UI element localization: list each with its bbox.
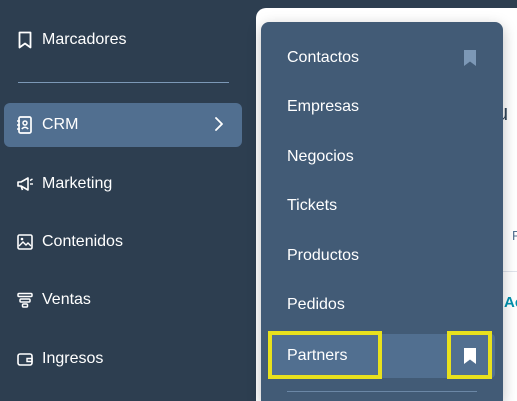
crm-menu-item-label: Negocios [287, 148, 354, 165]
crm-menu-item-label: Pedidos [287, 296, 345, 313]
crm-menu-item-label: Contactos [287, 49, 360, 66]
image-content-icon [16, 233, 34, 251]
main-nav-sidebar: Marcadores CRM Marketing Contenidos Vent… [0, 0, 256, 401]
crm-menu-item-contactos[interactable]: Contactos [269, 38, 495, 78]
contacts-book-icon [16, 116, 34, 134]
nav-item-label: Marketing [42, 175, 113, 192]
crm-submenu: Contactos Empresas Negocios Tickets Prod… [261, 22, 503, 401]
sidebar-divider [18, 82, 229, 83]
submenu-divider [287, 391, 477, 392]
megaphone-icon [16, 175, 34, 193]
nav-item-label: Ventas [42, 291, 91, 308]
bookmark-filled-icon[interactable] [463, 49, 477, 67]
crm-menu-item-pedidos[interactable]: Pedidos [269, 285, 495, 325]
nav-item-contenidos[interactable]: Contenidos [4, 220, 242, 264]
crm-menu-item-empresas[interactable]: Empresas [269, 87, 495, 127]
bookmark-icon [16, 31, 34, 49]
highlight-outline-bookmark [447, 331, 492, 379]
nav-item-label: Ingresos [42, 350, 104, 367]
crm-menu-item-negocios[interactable]: Negocios [269, 137, 495, 177]
crm-menu-item-label: Tickets [287, 197, 338, 214]
wallet-icon [16, 350, 34, 368]
crm-menu-item-label: Empresas [287, 98, 360, 115]
highlight-outline-partners-label [268, 331, 382, 379]
nav-item-marcadores[interactable]: Marcadores [4, 18, 242, 62]
crm-menu-item-label: Productos [287, 247, 360, 264]
nav-item-label: CRM [42, 116, 79, 133]
crm-menu-item-tickets[interactable]: Tickets [269, 186, 495, 226]
crm-menu-item-productos[interactable]: Productos [269, 236, 495, 276]
content-text-fragment: F [512, 228, 517, 243]
nav-item-ingresos[interactable]: Ingresos [4, 337, 242, 381]
nav-item-marketing[interactable]: Marketing [4, 162, 242, 206]
sales-funnel-icon [16, 291, 34, 309]
nav-item-label: Marcadores [42, 31, 127, 48]
nav-item-ventas[interactable]: Ventas [4, 278, 242, 322]
nav-item-label: Contenidos [42, 233, 123, 250]
nav-item-crm[interactable]: CRM [4, 103, 242, 147]
action-link-fragment[interactable]: Ac [504, 294, 517, 311]
chevron-right-icon [210, 115, 228, 133]
